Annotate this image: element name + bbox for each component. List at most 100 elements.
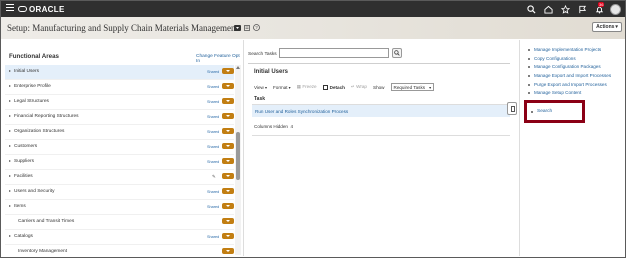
- chevron-down-icon: ▾: [615, 24, 618, 30]
- row-actions-chevron-icon[interactable]: [222, 128, 234, 134]
- functional-area-row[interactable]: Carriers and Transit Times: [5, 215, 234, 230]
- user-avatar[interactable]: [610, 3, 621, 15]
- format-menu[interactable]: Format: [273, 85, 291, 90]
- freeze-button[interactable]: ▦ Freeze: [297, 84, 317, 90]
- row-actions-chevron-icon[interactable]: [222, 83, 234, 89]
- row-actions-chevron-icon[interactable]: [222, 233, 234, 239]
- expand-arrow-icon[interactable]: [9, 85, 11, 87]
- manage-export-import-link[interactable]: Manage Export and Import Processes: [526, 73, 611, 82]
- search-icon[interactable]: [525, 3, 537, 15]
- task-list-panel: Search Tasks Initial Users View Format ▦…: [245, 40, 520, 256]
- expand-arrow-icon[interactable]: [9, 70, 11, 72]
- row-actions-chevron-icon[interactable]: [222, 68, 234, 74]
- manage-implementation-projects-link[interactable]: Manage Implementation Projects: [526, 47, 611, 56]
- shared-badge: Shared: [207, 160, 220, 164]
- watchlist-flag-icon[interactable]: [576, 3, 588, 15]
- oracle-logo[interactable]: ORACLE: [18, 4, 65, 14]
- wrap-button[interactable]: ↵ Wrap: [351, 84, 367, 90]
- expand-arrow-icon[interactable]: [9, 205, 11, 207]
- favorites-star-icon[interactable]: [559, 3, 571, 15]
- global-header: ORACLE 36: [1, 1, 625, 17]
- search-button[interactable]: [392, 48, 402, 58]
- expand-arrow-icon[interactable]: [9, 100, 11, 102]
- row-actions-chevron-icon[interactable]: [222, 248, 234, 254]
- shared-badge: Shared: [207, 190, 220, 194]
- show-filter-select[interactable]: Required Tasks: [390, 83, 435, 91]
- notifications-bell-icon[interactable]: 36: [593, 2, 605, 15]
- manage-setup-content-link[interactable]: Manage Setup Content: [526, 90, 611, 99]
- functional-area-row[interactable]: Organization Structures Shared: [5, 125, 234, 140]
- functional-area-row[interactable]: Users and Security Shared: [5, 185, 234, 200]
- expand-arrow-icon[interactable]: [9, 115, 11, 117]
- help-icon[interactable]: ?: [253, 24, 260, 31]
- functional-area-row[interactable]: Items Shared: [5, 200, 234, 215]
- row-actions-chevron-icon[interactable]: [222, 113, 234, 119]
- task-details-icon[interactable]: [507, 102, 517, 115]
- functional-areas-list: Initial Users Shared Enterprise Profile …: [5, 65, 234, 258]
- purge-export-import-link[interactable]: Purge Export and Import Processes: [526, 82, 611, 91]
- shared-badge: Shared: [207, 100, 220, 104]
- detach-button[interactable]: Detach: [322, 84, 345, 90]
- hamburger-menu-icon[interactable]: [6, 4, 14, 13]
- columns-hidden-status: Columns Hidden 4: [254, 124, 294, 129]
- divider: [248, 63, 510, 64]
- functional-area-row[interactable]: Customers Shared: [5, 140, 234, 155]
- search-link[interactable]: Search: [531, 109, 552, 114]
- functional-area-row[interactable]: Initial Users Shared: [5, 65, 234, 80]
- functional-areas-title: Functional Areas: [9, 53, 59, 60]
- functional-area-row[interactable]: Facilities ✎: [5, 170, 234, 185]
- row-actions-chevron-icon[interactable]: [222, 98, 234, 104]
- expand-arrow-icon[interactable]: [9, 175, 11, 177]
- title-dropdown-icon[interactable]: [234, 24, 241, 31]
- row-actions-chevron-icon[interactable]: [222, 143, 234, 149]
- shared-badge: Shared: [207, 70, 220, 74]
- functional-area-row[interactable]: Suppliers Shared: [5, 155, 234, 170]
- row-actions-chevron-icon[interactable]: [222, 188, 234, 194]
- expand-arrow-icon[interactable]: [9, 145, 11, 147]
- scroll-up-icon[interactable]: [236, 66, 240, 69]
- manage-configuration-packages-link[interactable]: Manage Configuration Packages: [526, 64, 611, 73]
- table-toolbar: View Format ▦ Freeze Detach ↵ Wrap Show …: [254, 83, 435, 91]
- page-title: Setup: Manufacturing and Supply Chain Ma…: [7, 23, 238, 33]
- functional-area-row[interactable]: Inventory Management: [5, 245, 234, 258]
- detach-icon: [322, 84, 328, 90]
- scrollbar-thumb[interactable]: [236, 132, 240, 180]
- functional-area-row[interactable]: Financial Reporting Structures Shared: [5, 110, 234, 125]
- show-label: Show: [373, 84, 385, 90]
- home-icon[interactable]: [542, 3, 554, 15]
- row-actions-chevron-icon[interactable]: [222, 203, 234, 209]
- actions-menu-button[interactable]: Actions ▾: [592, 22, 622, 32]
- page-header: Setup: Manufacturing and Supply Chain Ma…: [1, 17, 625, 39]
- shared-badge: Shared: [207, 205, 220, 209]
- tasks-side-panel: Manage Implementation Projects Copy Conf…: [520, 40, 625, 256]
- expand-arrow-icon[interactable]: [9, 235, 11, 237]
- functional-area-row[interactable]: Catalogs Shared: [5, 230, 234, 245]
- search-icon: [394, 50, 400, 56]
- row-actions-chevron-icon[interactable]: [222, 158, 234, 164]
- task-link[interactable]: Run User and Roles Synchronization Proce…: [255, 109, 348, 114]
- functional-area-row[interactable]: Enterprise Profile Shared: [5, 80, 234, 95]
- task-column-header[interactable]: Task: [252, 96, 510, 104]
- view-menu[interactable]: View: [254, 85, 267, 90]
- columns-hidden-count: 4: [290, 124, 294, 129]
- notification-count-badge: 36: [598, 2, 605, 7]
- expand-arrow-icon[interactable]: [9, 130, 11, 132]
- functional-areas-panel: Functional Areas Change Feature Opt In I…: [1, 40, 244, 256]
- functional-area-row[interactable]: Legal Structures Shared: [5, 95, 234, 110]
- page-info-icon[interactable]: [244, 24, 250, 31]
- shared-badge: Shared: [207, 85, 220, 89]
- row-actions-chevron-icon[interactable]: [222, 173, 234, 179]
- expand-arrow-icon[interactable]: [9, 190, 11, 192]
- shared-badge: Shared: [207, 115, 220, 119]
- search-tasks-label: Search Tasks: [248, 52, 277, 57]
- shared-badge: Shared: [207, 145, 220, 149]
- row-actions-chevron-icon[interactable]: [222, 218, 234, 224]
- svg-text:?: ?: [255, 25, 258, 30]
- functional-areas-scrollbar[interactable]: [235, 65, 241, 255]
- search-tasks-input[interactable]: [279, 48, 389, 58]
- task-list-title: Initial Users: [254, 69, 289, 75]
- table-row[interactable]: Run User and Roles Synchronization Proce…: [252, 104, 510, 117]
- expand-arrow-icon[interactable]: [9, 160, 11, 162]
- copy-configurations-link[interactable]: Copy Configurations: [526, 56, 611, 65]
- change-feature-opt-in-link[interactable]: Change Feature Opt In: [196, 54, 243, 64]
